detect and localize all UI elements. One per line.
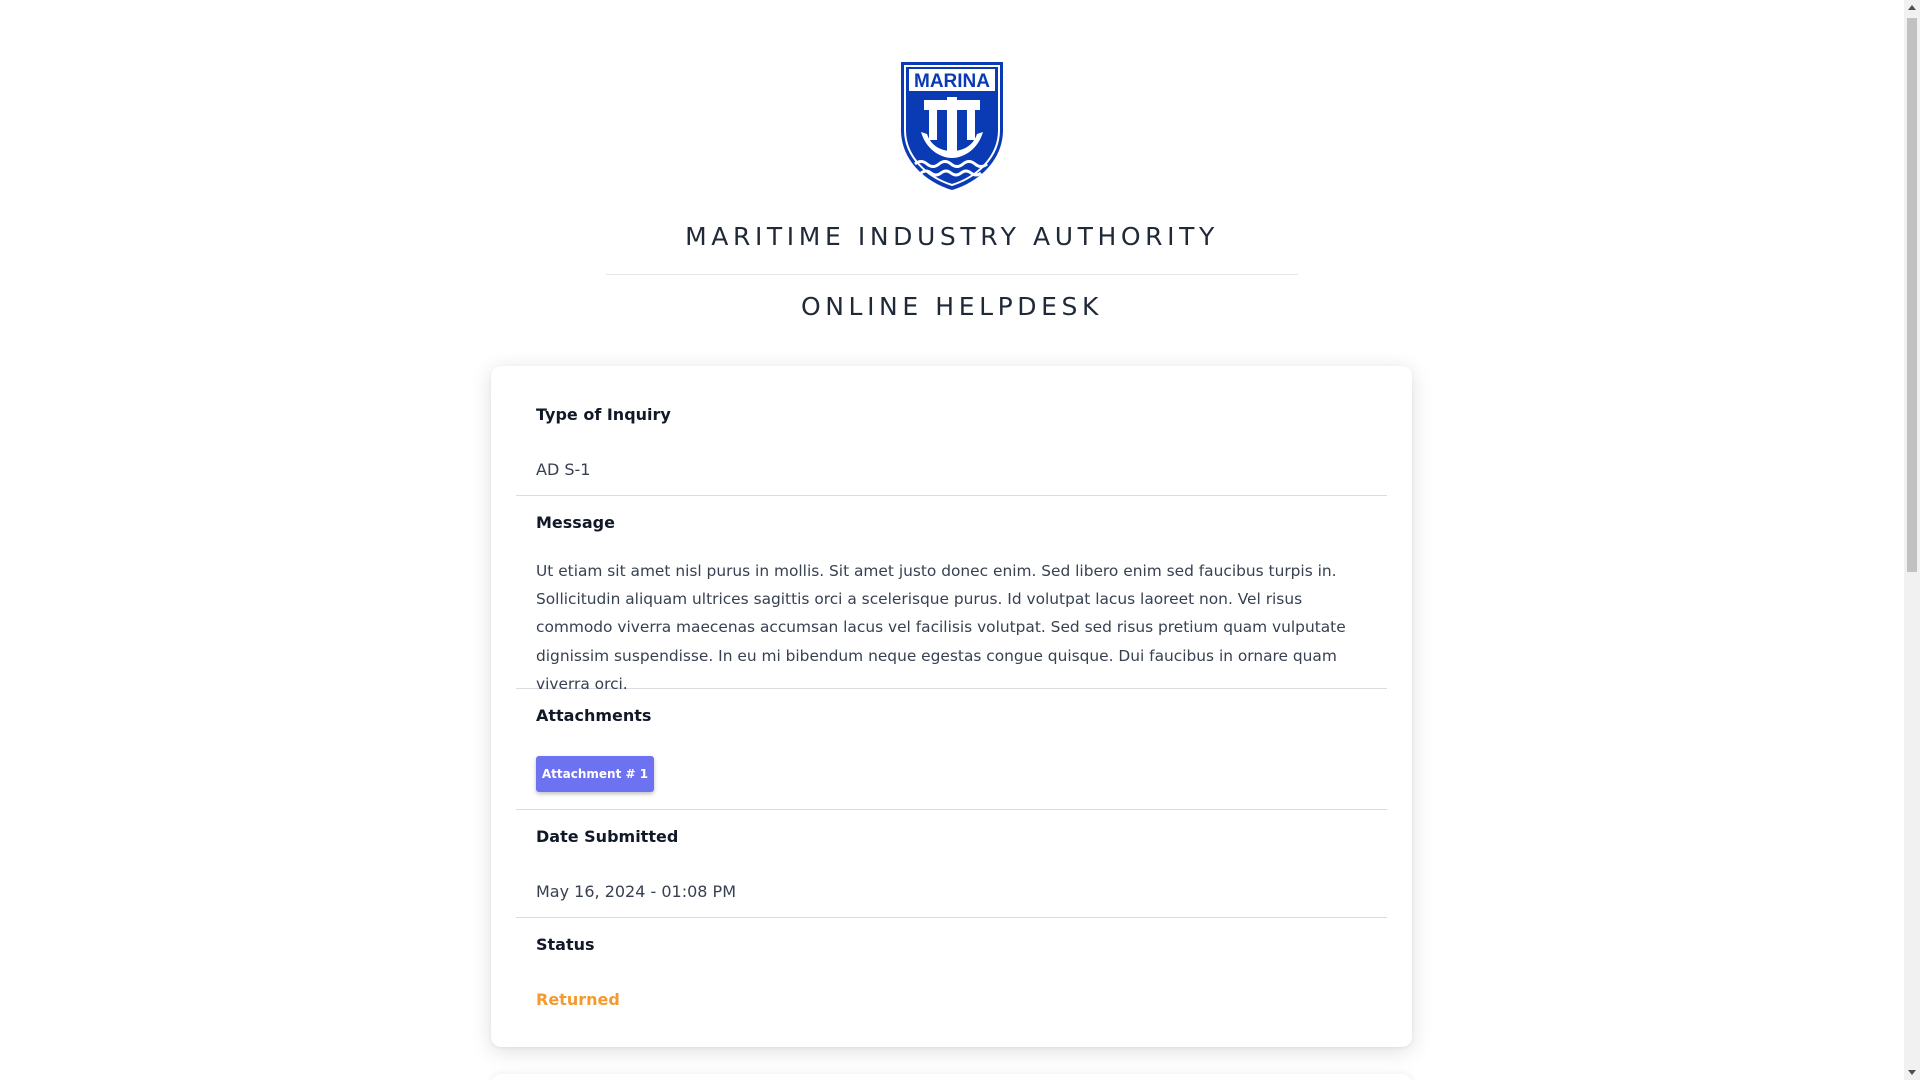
vertical-scrollbar[interactable] (1904, 0, 1920, 1080)
next-card-edge (491, 1074, 1412, 1080)
scroll-up-icon[interactable] (1908, 5, 1916, 10)
attachment-1-button[interactable]: Attachment # 1 (536, 756, 654, 792)
status-label: Status (536, 935, 595, 954)
date-submitted-section: Date Submitted May 16, 2024 - 01:08 PM (516, 809, 1387, 918)
organization-title: MARITIME INDUSTRY AUTHORITY (685, 222, 1219, 251)
scrollbar-thumb[interactable] (1907, 18, 1917, 572)
page-title: ONLINE HELPDESK (800, 292, 1104, 321)
marina-logo-icon: MARINA (901, 62, 1003, 190)
type-of-inquiry-section: Type of Inquiry AD S-1 (516, 366, 1387, 496)
message-label: Message (536, 513, 615, 532)
svg-text:MARINA: MARINA (914, 71, 990, 92)
inquiry-details-card: Type of Inquiry AD S-1 Message Ut etiam … (491, 366, 1412, 1047)
title-divider (606, 274, 1298, 275)
type-of-inquiry-label: Type of Inquiry (536, 405, 671, 424)
message-section: Message Ut etiam sit amet nisl purus in … (516, 495, 1387, 693)
message-text: Ut etiam sit amet nisl purus in mollis. … (536, 562, 1346, 693)
status-section: Status Returned (516, 917, 1387, 1047)
type-of-inquiry-value: AD S-1 (536, 460, 591, 479)
page-viewport: MARINA MARITIME INDUSTRY AUTHORITY ONLIN… (0, 0, 1904, 1080)
date-submitted-label: Date Submitted (536, 827, 679, 846)
date-submitted-value: May 16, 2024 - 01:08 PM (536, 882, 737, 901)
attachments-section: Attachments Attachment # 1 (516, 688, 1387, 810)
attachments-label: Attachments (536, 706, 652, 725)
scroll-down-icon[interactable] (1908, 1070, 1916, 1075)
status-badge: Returned (536, 990, 620, 1009)
